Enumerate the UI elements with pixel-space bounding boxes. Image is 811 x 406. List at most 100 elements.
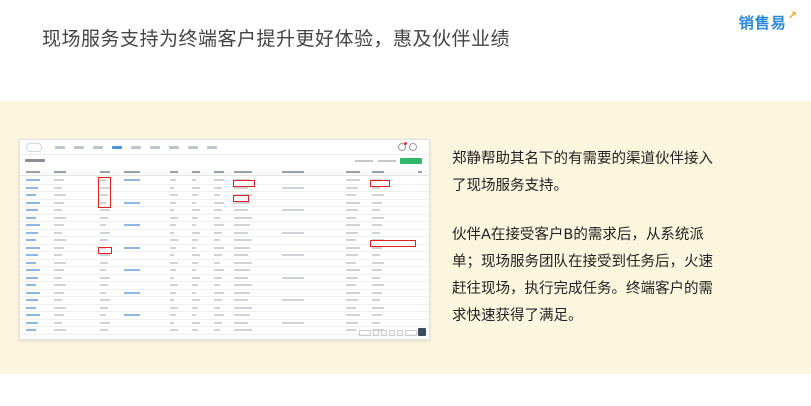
screenshot-cell <box>372 201 382 204</box>
screenshot-tab <box>183 143 202 151</box>
screenshot-cell <box>26 321 38 324</box>
screenshot-tab <box>107 143 126 151</box>
screenshot-cell <box>100 314 106 316</box>
screenshot-table-row <box>20 222 429 230</box>
screenshot-cell <box>372 276 380 279</box>
screenshot-cell <box>26 224 40 226</box>
screenshot-header-cell <box>100 171 110 173</box>
screenshot-table-row <box>20 200 429 207</box>
screenshot-cell <box>346 269 360 271</box>
screenshot-cell <box>234 291 250 294</box>
screenshot-cell <box>54 291 64 294</box>
screenshot-cell <box>124 201 140 204</box>
screenshot-table-row <box>20 185 429 192</box>
screenshot-cell <box>100 216 108 219</box>
screenshot-cell <box>282 276 304 279</box>
screenshot-tool-text <box>378 160 396 162</box>
screenshot-table-row <box>20 237 429 245</box>
screenshot-tab <box>69 143 88 151</box>
screenshot-cell <box>100 231 110 234</box>
screenshot-cell <box>192 194 198 196</box>
screenshot-cell <box>26 329 36 331</box>
screenshot-cell <box>346 194 356 196</box>
screenshot-cell <box>372 306 384 309</box>
screenshot-cell <box>372 209 380 211</box>
screenshot-cell <box>124 246 140 249</box>
screenshot-cell <box>346 231 358 234</box>
screenshot-page-item <box>359 330 371 336</box>
screenshot-cell <box>100 261 108 264</box>
screenshot-cell <box>234 284 252 286</box>
screenshot-cell <box>100 291 106 294</box>
screenshot-cell <box>26 231 38 234</box>
description-line: 伙伴A在接受客户B的需求后，从系统派 <box>452 227 704 243</box>
screenshot-highlight-box <box>233 195 249 202</box>
screenshot-cell <box>54 194 66 196</box>
screenshot-cell <box>214 314 224 316</box>
screenshot-header-cell <box>372 171 384 173</box>
screenshot-page-item <box>389 330 395 336</box>
screenshot-cell <box>100 284 108 286</box>
screenshot-cell <box>192 321 200 324</box>
screenshot-cell <box>100 209 110 211</box>
screenshot-cell <box>214 179 224 181</box>
screenshot-header-cell <box>282 171 304 173</box>
description-line: 了现场服务支持。 <box>452 178 568 194</box>
screenshot-cell <box>26 209 38 211</box>
screenshot-page-item <box>405 330 417 336</box>
brand-logo: 销售易 ↗ <box>738 9 797 33</box>
screenshot-cell <box>192 269 196 271</box>
screenshot-cell <box>372 314 382 316</box>
screenshot-cell <box>192 261 198 264</box>
screenshot-cell <box>346 276 358 279</box>
screenshot-cell <box>26 239 36 241</box>
screenshot-cell <box>170 186 174 189</box>
screenshot-cell <box>234 269 250 271</box>
screenshot-tab <box>88 143 107 151</box>
screenshot-cell <box>170 269 176 271</box>
screenshot-cell <box>346 239 356 241</box>
screenshot-header-cell <box>170 171 178 173</box>
screenshot-cell <box>26 276 38 279</box>
screenshot-table-row <box>20 192 429 200</box>
description-line: 求快速获得了满足。 <box>452 308 583 324</box>
screenshot-cell <box>192 209 200 211</box>
screenshot-cell <box>124 179 140 181</box>
screenshot-cell <box>54 239 66 241</box>
screenshot-cell <box>234 314 250 316</box>
screenshot-table-row <box>20 260 429 267</box>
screenshot-cell <box>192 284 198 286</box>
description-line: 单；现场服务团队在接受到任务后，火速 <box>452 254 713 270</box>
screenshot-cell <box>170 276 174 279</box>
screenshot-cell <box>170 306 178 309</box>
screenshot-cell <box>234 224 250 226</box>
screenshot-cell <box>170 261 178 264</box>
brand-name: 销售易 <box>738 14 787 32</box>
screenshot-cell <box>282 209 304 211</box>
screenshot-table-row <box>20 282 429 290</box>
screenshot-cell <box>234 216 252 219</box>
screenshot-highlight-box <box>370 240 416 247</box>
screenshot-cell <box>54 231 62 234</box>
screenshot-cell <box>346 216 356 219</box>
screenshot-cell <box>234 254 248 256</box>
screenshot-table-row <box>20 215 429 222</box>
screenshot-cell <box>192 201 196 204</box>
screenshot-cell <box>192 306 198 309</box>
screenshot-cell <box>214 299 222 301</box>
screenshot-new-button <box>400 158 422 164</box>
screenshot-cell <box>100 276 110 279</box>
screenshot-table-row <box>20 320 429 327</box>
screenshot-highlight-box <box>370 180 390 187</box>
screenshot-cell <box>54 321 62 324</box>
screenshot-cell <box>170 254 174 256</box>
screenshot-cell <box>346 261 356 264</box>
screenshot-highlight-box <box>98 247 112 254</box>
screenshot-cell <box>346 329 356 331</box>
screenshot-table-row <box>20 275 429 282</box>
screenshot-cell <box>372 194 384 196</box>
screenshot-header-cell <box>214 171 224 173</box>
screenshot-cell <box>346 321 358 324</box>
screenshot-cell <box>234 276 248 279</box>
screenshot-cell <box>282 299 304 301</box>
